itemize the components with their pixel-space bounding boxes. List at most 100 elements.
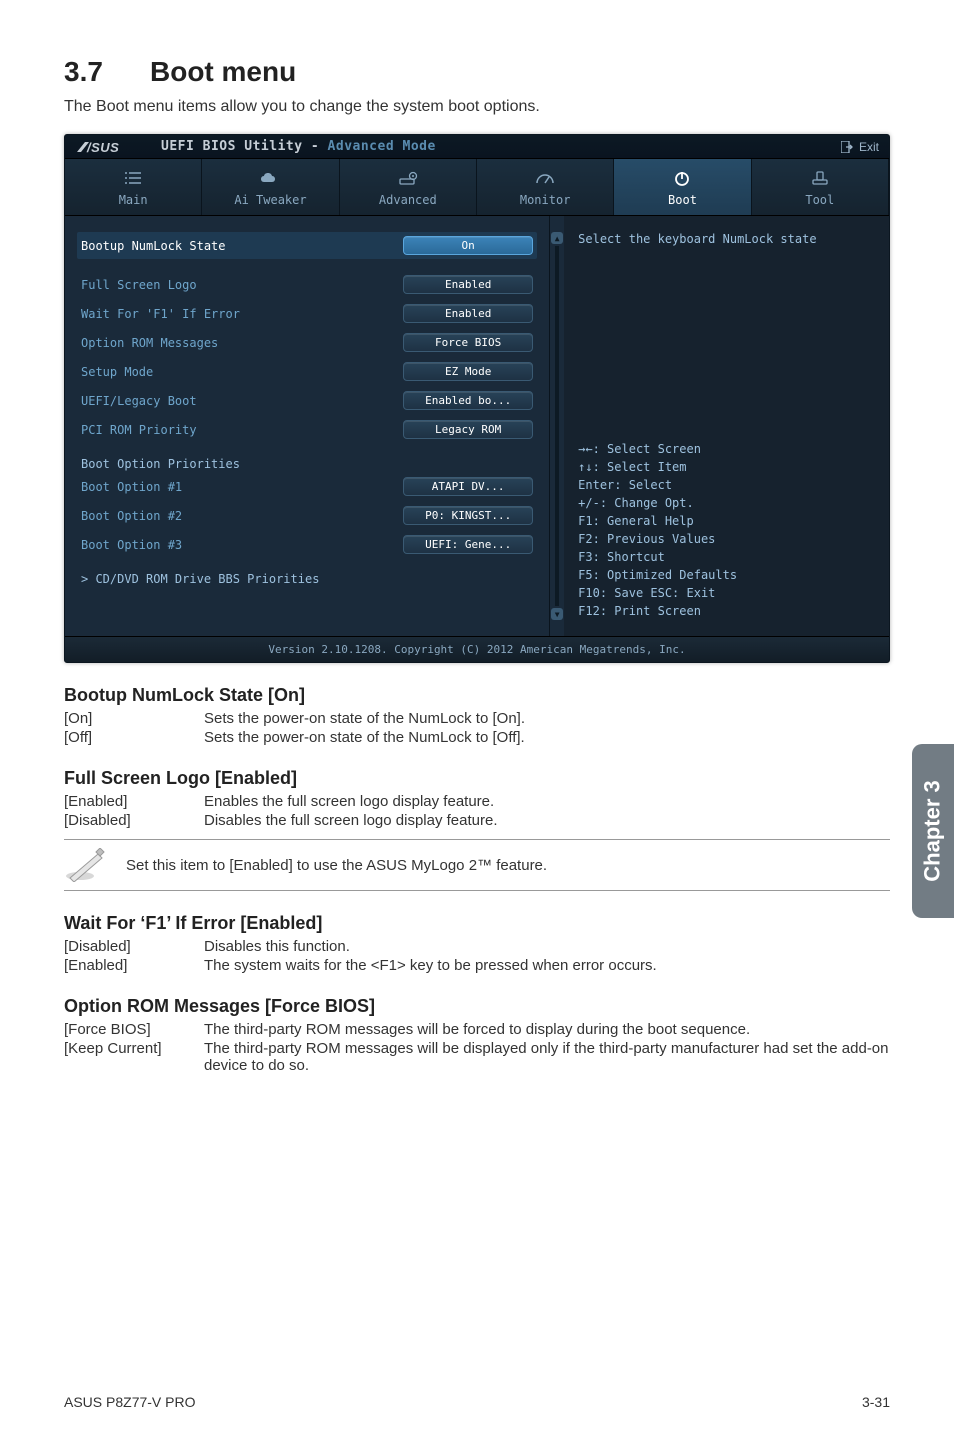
bios-tab-row: Main Ai Tweaker Advanced Monitor Boot To… xyxy=(65,159,889,216)
bios-option-value[interactable]: P0: KINGST... xyxy=(403,506,533,525)
doc-kv-line: [On]Sets the power-on state of the NumLo… xyxy=(64,710,890,727)
doc-kv-value: Sets the power-on state of the NumLock t… xyxy=(204,710,890,727)
bios-option-value[interactable]: ATAPI DV... xyxy=(403,477,533,496)
bios-option-label: Full Screen Logo xyxy=(81,278,197,292)
bios-option-row[interactable]: Boot Option #3 UEFI: Gene... xyxy=(77,531,537,558)
doc-kv-value: Sets the power-on state of the NumLock t… xyxy=(204,729,890,746)
bios-option-row[interactable]: Boot Option #1 ATAPI DV... xyxy=(77,473,537,500)
doc-kv-value: Enables the full screen logo display fea… xyxy=(204,793,890,810)
exit-icon xyxy=(841,141,853,153)
bios-option-label: UEFI/Legacy Boot xyxy=(81,394,197,408)
bios-option-row[interactable]: Wait For 'F1' If Error Enabled xyxy=(77,300,537,327)
bios-option-value[interactable]: Enabled xyxy=(403,304,533,323)
help-key-line: F5: Optimized Defaults xyxy=(578,566,875,584)
scroll-track[interactable] xyxy=(555,246,559,606)
scroll-up-icon[interactable]: ▲ xyxy=(551,232,563,244)
footer-left: ASUS P8Z77-V PRO xyxy=(64,1394,196,1410)
help-key-line: F3: Shortcut xyxy=(578,548,875,566)
doc-kv-line: [Off]Sets the power-on state of the NumL… xyxy=(64,729,890,746)
cloud-gear-icon xyxy=(258,169,282,187)
doc-sections: Bootup NumLock State [On] [On]Sets the po… xyxy=(64,685,890,1074)
intro-text: The Boot menu items allow you to change … xyxy=(64,98,890,116)
help-key-line: F1: General Help xyxy=(578,512,875,530)
bios-option-label: Option ROM Messages xyxy=(81,336,218,350)
bios-body: Bootup NumLock State On Full Screen Logo En… xyxy=(65,216,889,636)
gauge-icon xyxy=(533,169,557,187)
tab-label: Main xyxy=(119,193,148,207)
bios-option-label: Boot Option #3 xyxy=(81,538,182,552)
bios-title-text: UEFI BIOS Utility - Advanced Mode xyxy=(161,139,436,154)
doc-kv-line: [Keep Current]The third-party ROM messag… xyxy=(64,1040,890,1074)
tab-main[interactable]: Main xyxy=(65,159,202,215)
bios-option-value[interactable]: On xyxy=(403,236,533,255)
doc-kv-key: [Off] xyxy=(64,729,204,746)
bios-option-label: Bootup NumLock State xyxy=(81,239,226,253)
tab-ai-tweaker[interactable]: Ai Tweaker xyxy=(202,159,339,215)
bios-option-value[interactable]: Enabled xyxy=(403,275,533,294)
bios-panel: /SUS UEFI BIOS Utility - Advanced Mode E… xyxy=(64,134,890,663)
tab-label: Boot xyxy=(668,193,697,207)
tab-advanced[interactable]: Advanced xyxy=(340,159,477,215)
bios-option-row[interactable]: PCI ROM Priority Legacy ROM xyxy=(77,416,537,443)
section-number: 3.7 xyxy=(64,56,150,88)
bios-option-row[interactable]: UEFI/Legacy Boot Enabled bo... xyxy=(77,387,537,414)
help-key-line: F12: Print Screen xyxy=(578,602,875,620)
bios-help-column: Select the keyboard NumLock state →←: Se… xyxy=(564,216,889,636)
bios-footer-text: Version 2.10.1208. Copyright (C) 2012 Am… xyxy=(65,636,889,662)
advanced-icon xyxy=(396,169,420,187)
doc-kv-key: [Force BIOS] xyxy=(64,1021,204,1038)
doc-kv-key: [Enabled] xyxy=(64,957,204,974)
doc-kv-value: The third-party ROM messages will be for… xyxy=(204,1021,890,1038)
footer-right: 3-31 xyxy=(862,1394,890,1410)
doc-kv-key: [Enabled] xyxy=(64,793,204,810)
scroll-down-icon[interactable]: ▼ xyxy=(551,608,563,620)
doc-section-title: Bootup NumLock State [On] xyxy=(64,685,890,706)
tab-label: Tool xyxy=(805,193,834,207)
tab-tool[interactable]: Tool xyxy=(752,159,889,215)
bios-option-label: Setup Mode xyxy=(81,365,153,379)
bios-option-label: Boot Option #1 xyxy=(81,480,182,494)
doc-kv-line: [Disabled]Disables the full screen logo … xyxy=(64,812,890,829)
section-title: Boot menu xyxy=(150,56,296,87)
tab-label: Ai Tweaker xyxy=(234,193,306,207)
tab-monitor[interactable]: Monitor xyxy=(477,159,614,215)
doc-kv-value: The third-party ROM messages will be dis… xyxy=(204,1040,890,1074)
page-footer: ASUS P8Z77-V PRO 3-31 xyxy=(0,1394,954,1410)
bios-option-row[interactable]: Boot Option #2P0: KINGST... xyxy=(77,502,537,529)
exit-label: Exit xyxy=(859,140,879,154)
bios-option-value[interactable]: UEFI: Gene... xyxy=(403,535,533,554)
bios-option-row[interactable]: Setup Mode EZ Mode xyxy=(77,358,537,385)
bios-option-label: Wait For 'F1' If Error xyxy=(81,307,240,321)
help-key-line: +/-: Change Opt. xyxy=(578,494,875,512)
note-text: Set this item to [Enabled] to use the AS… xyxy=(126,857,547,874)
help-key-line: Enter: Select xyxy=(578,476,875,494)
doc-kv-line: [Enabled]Enables the full screen logo di… xyxy=(64,793,890,810)
bios-brand: /SUS UEFI BIOS Utility - Advanced Mode xyxy=(75,139,436,154)
bios-option-value[interactable]: Legacy ROM xyxy=(403,420,533,439)
bios-help-keys: →←: Select Screen↑↓: Select ItemEnter: S… xyxy=(578,440,875,620)
doc-kv-value: The system waits for the <F1> key to be … xyxy=(204,957,890,974)
doc-section-title: Full Screen Logo [Enabled] xyxy=(64,768,890,789)
bios-option-value[interactable]: EZ Mode xyxy=(403,362,533,381)
bios-option-value[interactable]: Enabled bo... xyxy=(403,391,533,410)
doc-section-title: Option ROM Messages [Force BIOS] xyxy=(64,996,890,1017)
bios-option-value[interactable]: Force BIOS xyxy=(403,333,533,352)
doc-kv-key: [Disabled] xyxy=(64,812,204,829)
page-title: 3.7Boot menu xyxy=(64,56,890,88)
help-key-line: →←: Select Screen xyxy=(578,440,875,458)
doc-kv-line: [Force BIOS]The third-party ROM messages… xyxy=(64,1021,890,1038)
bios-option-row[interactable]: Full Screen Logo Enabled xyxy=(77,271,537,298)
tab-label: Monitor xyxy=(520,193,571,207)
bios-option-row[interactable]: Option ROM Messages Force BIOS xyxy=(77,329,537,356)
tab-boot[interactable]: Boot xyxy=(614,159,751,215)
exit-button[interactable]: Exit xyxy=(841,140,879,154)
option-group-head: Boot Option Priorities xyxy=(77,455,537,473)
note-row: Set this item to [Enabled] to use the AS… xyxy=(64,839,890,891)
note-pencil-icon xyxy=(64,848,108,882)
bios-titlebar: /SUS UEFI BIOS Utility - Advanced Mode E… xyxy=(65,135,889,159)
bios-option-row[interactable]: Bootup NumLock State On xyxy=(77,232,537,259)
help-key-line: ↑↓: Select Item xyxy=(578,458,875,476)
bios-option-label: PCI ROM Priority xyxy=(81,423,197,437)
doc-kv-value: Disables this function. xyxy=(204,938,890,955)
bios-scrollbar[interactable]: ▲ ▼ xyxy=(550,216,564,636)
